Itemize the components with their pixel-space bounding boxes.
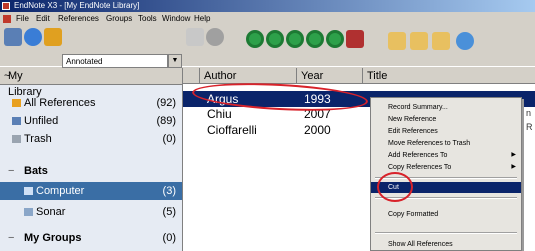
title-cell-fragment: R: [526, 122, 533, 132]
menu-separator: [375, 232, 517, 234]
column-author[interactable]: Author: [200, 68, 297, 84]
group-unfiled[interactable]: Unfiled (89): [0, 112, 182, 130]
menu-window[interactable]: Window: [162, 12, 190, 26]
column-title[interactable]: Title: [363, 68, 535, 84]
group-sonar[interactable]: Sonar (5): [0, 203, 182, 221]
group-count: (0): [162, 232, 176, 244]
unfiled-icon: [12, 117, 21, 125]
group-set-my-groups[interactable]: − My Groups (0): [0, 229, 182, 247]
menu-item-move-to-trash[interactable]: Move References to Trash: [371, 138, 521, 149]
annotation-oval-cut: [377, 172, 413, 202]
all-references-icon: [12, 99, 21, 107]
group-set-label: Bats: [24, 165, 48, 177]
group-label: Computer: [36, 185, 85, 197]
toolbar: Annotated ▼: [0, 26, 535, 68]
author-cell: Cioffarelli: [207, 123, 257, 137]
chevron-down-icon[interactable]: ▼: [168, 54, 182, 68]
online-search-icon[interactable]: [246, 30, 264, 48]
group-trash[interactable]: Trash (0): [0, 130, 182, 148]
group-label: Trash: [24, 133, 52, 145]
connect-icon[interactable]: [306, 30, 324, 48]
document-icon: [3, 15, 11, 23]
menu-item-show-all-references[interactable]: Show All References: [371, 239, 521, 250]
submenu-arrow-icon: ▶: [511, 164, 516, 170]
group-icon: [24, 187, 33, 195]
group-set-bats[interactable]: − Bats: [0, 162, 182, 180]
title-bar[interactable]: EndNote X3 - [My EndNote Library]: [0, 0, 535, 12]
group-label: Unfiled: [24, 115, 59, 127]
group-set-label: My Groups: [24, 232, 82, 244]
format-bibliography-icon[interactable]: [410, 32, 428, 50]
menu-file[interactable]: File: [16, 12, 29, 26]
menu-bar: File Edit References Groups Tools Window…: [0, 12, 535, 26]
group-count: (0): [162, 133, 176, 145]
column-attachment[interactable]: [183, 68, 200, 84]
output-style-select[interactable]: Annotated: [62, 54, 168, 68]
group-count: (89): [156, 115, 176, 127]
group-count: (3): [162, 185, 176, 197]
author-cell: Chiu: [207, 107, 232, 121]
menu-item-add-references-to[interactable]: Add References To ▶: [371, 150, 521, 161]
menu-tools[interactable]: Tools: [138, 12, 157, 26]
endnote-app-icon: [2, 2, 10, 10]
menu-item-copy-formatted[interactable]: Copy Formatted: [371, 209, 521, 220]
menu-item-edit-references[interactable]: Edit References: [371, 126, 521, 137]
document-icon[interactable]: [186, 28, 204, 46]
group-all-references[interactable]: All References (92): [0, 94, 182, 112]
my-library-header[interactable]: My Library ~: [0, 68, 182, 98]
open-link-icon[interactable]: [326, 30, 344, 48]
group-label: All References: [24, 97, 96, 109]
group-icon: [24, 208, 33, 216]
folder-icon[interactable]: [44, 28, 62, 46]
window-title: EndNote X3 - [My EndNote Library]: [14, 1, 140, 10]
menu-references[interactable]: References: [58, 12, 99, 26]
submenu-arrow-icon: ▶: [511, 152, 516, 158]
menu-edit[interactable]: Edit: [36, 12, 50, 26]
menu-groups[interactable]: Groups: [106, 12, 132, 26]
group-count: (92): [156, 97, 176, 109]
group-count: (5): [162, 206, 176, 218]
sync-icon[interactable]: [286, 30, 304, 48]
search-icon[interactable]: [206, 28, 224, 46]
menu-item-new-reference[interactable]: New Reference: [371, 114, 521, 125]
collapse-icon[interactable]: −: [8, 229, 14, 247]
find-full-text-icon[interactable]: [266, 30, 284, 48]
title-cell-fragment: n: [526, 108, 532, 118]
trash-icon: [12, 135, 21, 143]
insert-citation-icon[interactable]: [388, 32, 406, 50]
menu-item-record-summary[interactable]: Record Summary...: [371, 102, 521, 113]
menu-help[interactable]: Help: [194, 12, 210, 26]
help-icon[interactable]: [456, 32, 474, 50]
column-year[interactable]: Year: [297, 68, 363, 84]
format-paper-icon[interactable]: [346, 30, 364, 48]
year-cell: 2000: [304, 123, 331, 137]
group-computer[interactable]: Computer (3): [0, 182, 182, 200]
collapse-icon[interactable]: −: [8, 162, 14, 180]
library-icon[interactable]: [4, 28, 22, 46]
globe-icon[interactable]: [24, 28, 42, 46]
export-icon[interactable]: [432, 32, 450, 50]
group-label: Sonar: [36, 206, 66, 218]
